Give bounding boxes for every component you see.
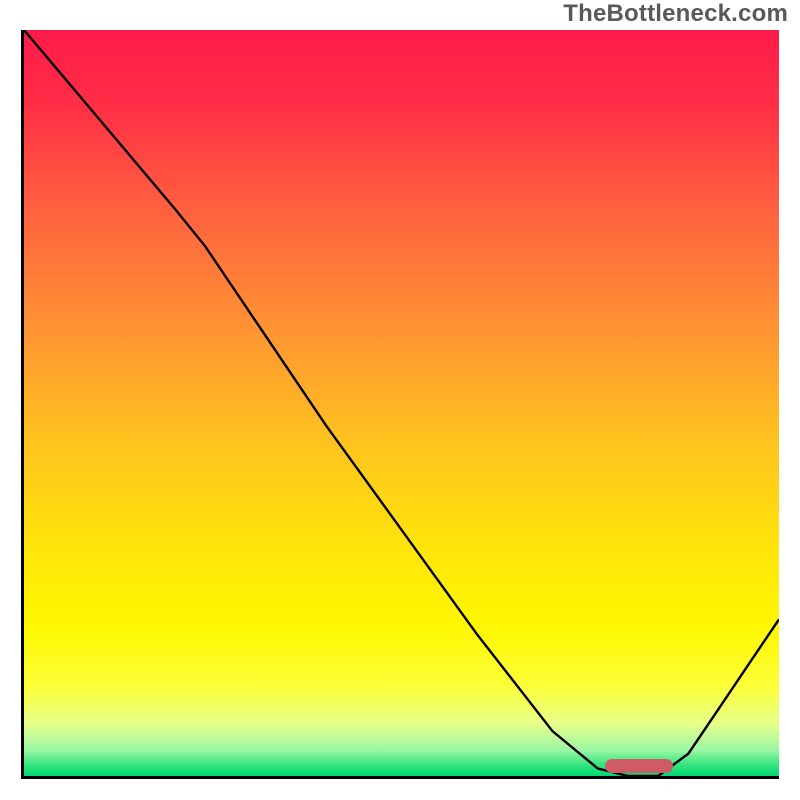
watermark-text: TheBottleneck.com	[563, 0, 788, 28]
chart-container: TheBottleneck.com	[0, 0, 800, 800]
curve-line	[24, 30, 779, 776]
plot-area	[21, 30, 779, 779]
optimum-marker	[605, 759, 673, 773]
